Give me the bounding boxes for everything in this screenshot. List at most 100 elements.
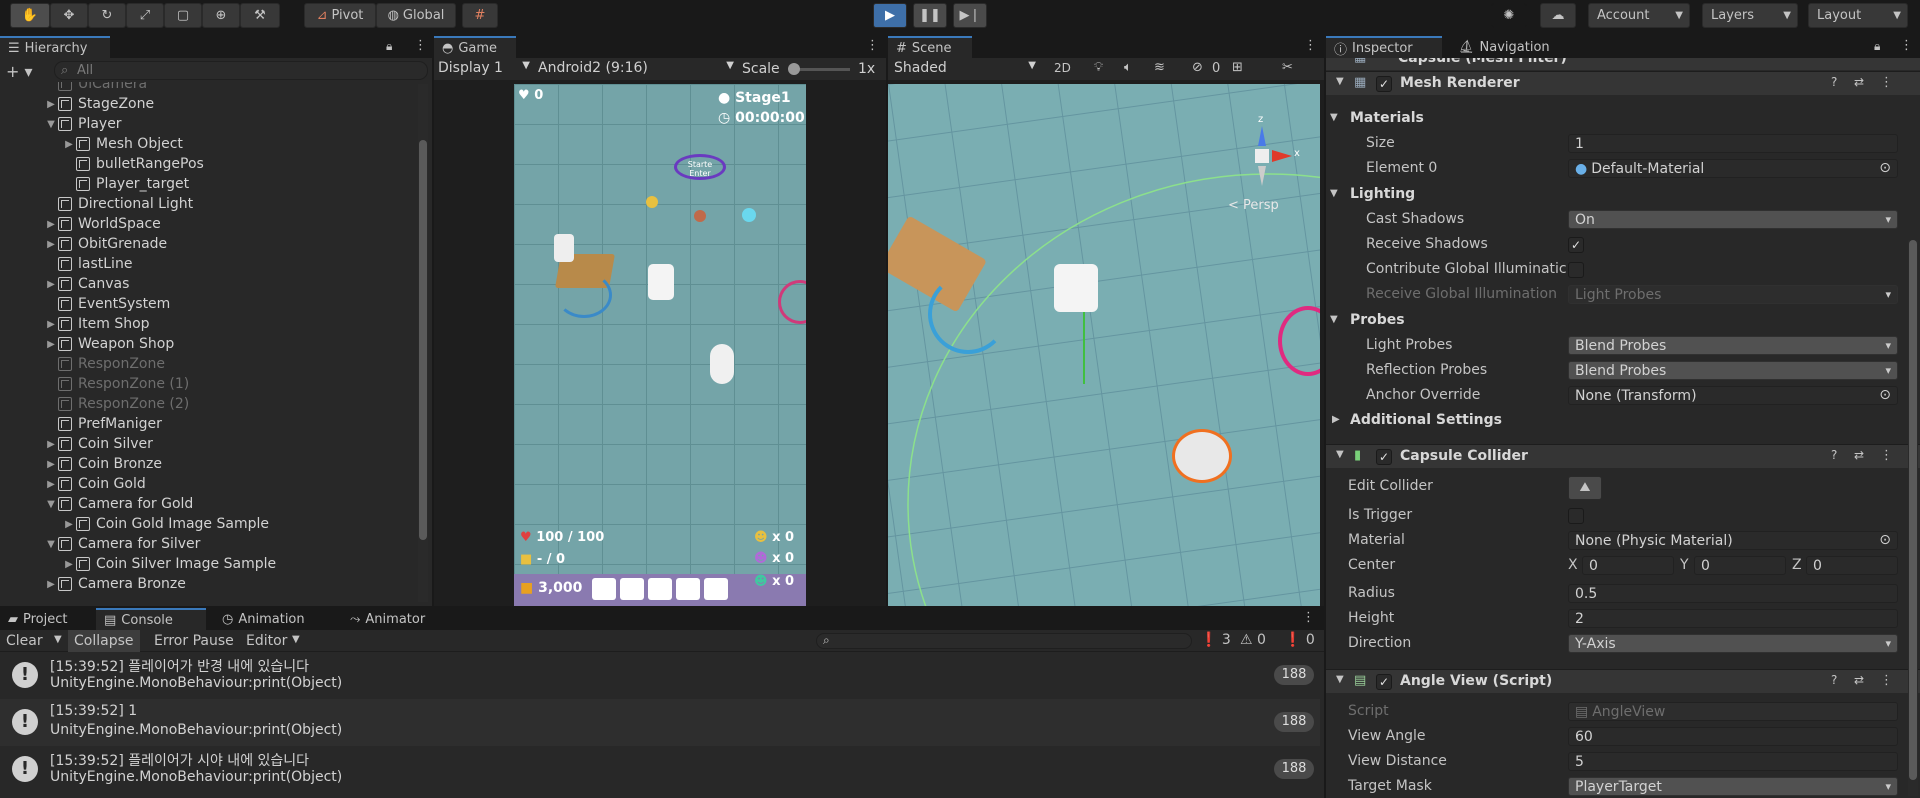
expand-arrow-icon[interactable]: ▶ [62,139,76,150]
effects-toggle-icon[interactable]: ≋ [1154,60,1165,75]
shading-dropdown[interactable]: Shaded ▼ [894,60,1036,78]
expand-arrow-icon[interactable]: ▶ [44,439,58,450]
preset-icon[interactable]: ⇄ [1854,448,1864,462]
help-icon[interactable]: ? [1831,673,1837,687]
tab-hierarchy[interactable]: ☰ Hierarchy [0,36,110,58]
clear-button[interactable]: Clear [6,633,43,649]
more-icon[interactable]: ⋮ [1304,38,1317,53]
edit-collider-button[interactable]: ⛰︎ [1568,476,1602,500]
error-pause-toggle[interactable]: Error Pause [154,633,234,649]
more-icon[interactable]: ⋮ [1880,673,1893,688]
expand-arrow-icon[interactable]: ▼ [44,499,58,510]
expand-arrow-icon[interactable]: ▼ [44,119,58,130]
object-picker-icon[interactable]: ⊙ [1879,387,1891,403]
tab-scene[interactable]: # Scene [888,36,972,58]
capsule-collider-enabled-checkbox[interactable]: ✓ [1376,449,1392,465]
scene-viewport[interactable]: z x < Persp [888,84,1320,606]
hierarchy-item[interactable]: ResponZone (2) [0,394,189,414]
preset-icon[interactable]: ⇄ [1854,673,1864,687]
gizmo-y-axis[interactable] [1258,166,1266,186]
tab-animator[interactable]: ⤳ Animator [342,608,446,630]
hierarchy-item[interactable]: ▶ Coin Gold [0,474,146,494]
hierarchy-item[interactable]: ▶ WorldSpace [0,214,161,234]
anchor-override-field[interactable]: None (Transform) ⊙ [1568,386,1898,405]
additional-expand-icon[interactable]: ▶ [1332,414,1340,425]
expand-icon[interactable]: ▼ [1336,674,1344,685]
mesh-filter-header[interactable]: ▦ Capsule (Mesh Filter) [1326,58,1920,70]
probes-expand-icon[interactable]: ▼ [1330,314,1338,325]
transform-tool-icon[interactable]: ⊕ [202,3,240,28]
hierarchy-item[interactable]: ▶ ObitGrenade [0,234,167,254]
item-slot-1[interactable] [592,578,616,600]
target-mask-dropdown[interactable]: PlayerTarget [1568,777,1898,796]
hierarchy-item[interactable]: ▶ Canvas [0,274,129,294]
lighting-toggle-icon[interactable]: 💡︎ [1094,60,1103,75]
object-picker-icon[interactable]: ⊙ [1879,160,1891,176]
hierarchy-item[interactable]: ▶ Coin Silver Image Sample [0,554,276,574]
view-angle-field[interactable]: 60 [1568,727,1898,746]
scale-slider[interactable] [788,63,850,75]
hierarchy-item[interactable]: ▶ Coin Gold Image Sample [0,514,269,534]
grid-snap-icon[interactable]: # [462,3,498,28]
height-field[interactable]: 2 [1568,609,1898,628]
view-distance-field[interactable]: 5 [1568,752,1898,771]
scrollbar-thumb[interactable] [1909,240,1917,780]
hierarchy-item[interactable]: Player_target [0,174,189,194]
layout-dropdown[interactable]: Layout ▼ [1808,3,1908,28]
tab-navigation[interactable]: ⛵︎ Navigation [1450,36,1566,58]
light-probes-dropdown[interactable]: Blend Probes [1568,336,1898,355]
layers-dropdown[interactable]: Layers ▼ [1702,3,1798,28]
angle-view-header[interactable]: ▼ ▤ ✓ Angle View (Script) ? ⇄ ⋮ [1326,669,1920,693]
more-icon[interactable]: ⋮ [1880,75,1893,90]
cloud-build-icon[interactable]: ✺ [1491,3,1527,28]
receive-shadows-checkbox[interactable]: ✓ [1568,237,1584,253]
more-icon[interactable]: ⋮ [1302,610,1315,625]
hierarchy-item[interactable]: EventSystem [0,294,170,314]
size-field[interactable]: 1 [1568,134,1898,153]
cast-shadows-dropdown[interactable]: On [1568,210,1898,229]
hierarchy-item[interactable]: ResponZone [0,354,165,374]
log-count[interactable]: ❗ 3 [1200,632,1231,648]
item-slot-3[interactable] [648,578,672,600]
scene-gizmo[interactable]: z x [1226,114,1300,190]
hierarchy-item[interactable]: ▶ Coin Silver [0,434,153,454]
element0-field[interactable]: ● Default-Material ⊙ [1568,159,1898,178]
tab-animation[interactable]: ◷ Animation [214,608,332,630]
expand-arrow-icon[interactable]: ▶ [62,519,76,530]
hand-tool-icon[interactable]: ✋ [10,3,50,28]
gizmos-icon[interactable]: ⊞ [1232,60,1243,75]
persp-label[interactable]: < Persp [1228,198,1279,213]
more-icon[interactable]: ⋮ [1900,38,1913,53]
2d-toggle[interactable]: 2D [1054,61,1071,75]
hierarchy-item[interactable]: ▶ Item Shop [0,314,149,334]
scale-tool-icon[interactable]: ⤢ [126,3,164,28]
editor-dropdown[interactable]: Editor [246,633,287,649]
step-button[interactable]: ▶❘ [953,3,987,28]
contribute-gi-checkbox[interactable] [1568,262,1584,278]
expand-arrow-icon[interactable]: ▶ [44,339,58,350]
gizmo-x-axis[interactable] [1272,150,1292,162]
add-button[interactable]: + ▾ [6,62,33,81]
lock-icon[interactable]: 🔒︎ [1874,39,1880,54]
inspector-scrollbar[interactable] [1908,240,1918,796]
center-x-field[interactable]: 0 [1582,556,1674,575]
center-z-field[interactable]: 0 [1806,556,1898,575]
expand-arrow-icon[interactable]: ▶ [44,579,58,590]
pivot-button[interactable]: ⊿ Pivot [304,3,376,28]
item-slot-5[interactable] [704,578,728,600]
resolution-dropdown[interactable]: Android2 (9:16) ▼ [538,60,734,78]
cloud-icon[interactable]: ☁ [1540,3,1576,28]
scrollbar-thumb[interactable] [419,140,427,540]
hierarchy-item[interactable]: Directional Light [0,194,193,214]
lighting-expand-icon[interactable]: ▼ [1330,188,1338,199]
hierarchy-search-input[interactable]: ⌕ All [54,61,428,80]
expand-arrow-icon[interactable]: ▶ [44,479,58,490]
expand-arrow-icon[interactable]: ▶ [44,459,58,470]
tab-project[interactable]: ▰ Project [0,608,92,630]
physic-material-field[interactable]: None (Physic Material) ⊙ [1568,531,1898,550]
hierarchy-item[interactable]: ▼ Camera for Gold [0,494,193,514]
tab-game[interactable]: ◓ Game [434,36,516,58]
expand-arrow-icon[interactable]: ▶ [44,239,58,250]
more-icon[interactable]: ⋮ [866,38,879,53]
hierarchy-item[interactable]: ResponZone (1) [0,374,189,394]
